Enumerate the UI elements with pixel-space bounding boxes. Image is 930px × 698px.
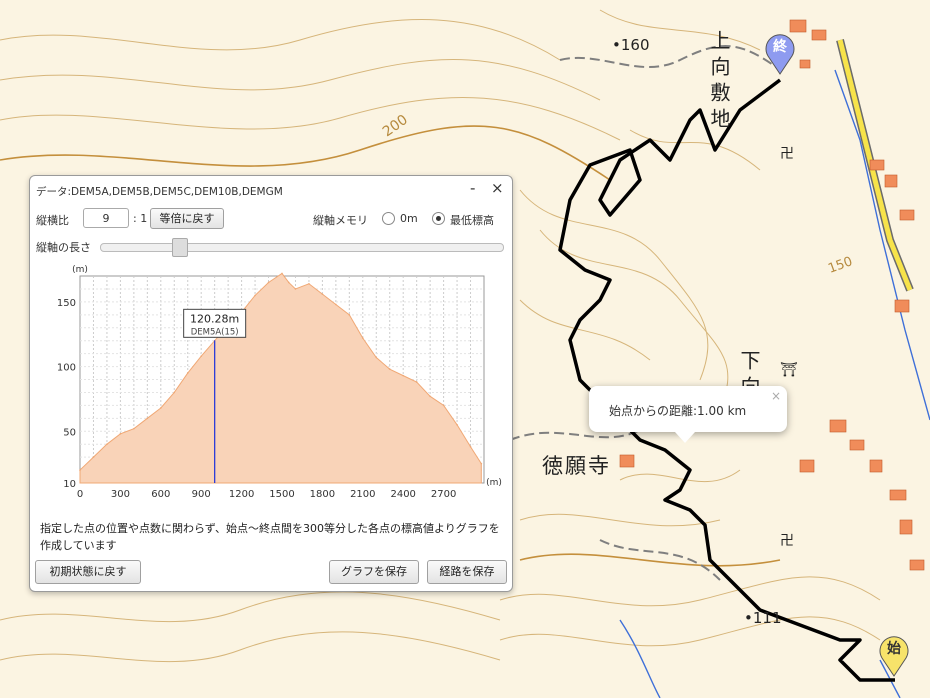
elevation-chart: 0 300 600 900 1200 1500 1800 2100 2400 2700 10 50 10… [57,265,502,500]
axis-length-slider[interactable] [100,243,504,252]
elevation-point [362,337,364,339]
temple-symbol: 卍 [780,533,794,549]
x-tick-label: 1800 [310,489,335,500]
x-tick-label: 900 [192,489,211,500]
elevation-point [442,404,445,407]
elevation-point [415,381,418,383]
radio-0m[interactable] [382,212,395,225]
radio-min-elevation[interactable] [432,212,445,225]
area-name-upper: 上向敷地 [707,30,731,134]
aspect-row: 縦横比 9 : 1 等倍に戻す 縦軸メモリ 0m 最低標高 [36,208,506,232]
vertical-axis-memory-label: 縦軸メモリ [313,214,368,227]
temple-symbol: 卍 [780,146,794,162]
elevation-point [186,372,189,374]
close-icon[interactable]: × [491,179,504,197]
shrine-symbol: ⛩ [780,362,798,378]
elevation-point [281,272,283,275]
distance-text: 始点からの距離:1.00 km [609,404,747,418]
minimize-button[interactable]: - [470,179,475,197]
axis-length-slider-thumb[interactable] [172,238,188,257]
elevation-point [119,433,122,435]
place-name-temple: 徳願寺 [542,454,611,478]
save-graph-button[interactable]: グラフを保存 [329,560,419,584]
elevation-point [335,303,337,306]
elevation-point [133,427,135,430]
elevation-label: 160 [620,36,650,54]
reset-button[interactable]: 初期状態に戻す [35,560,141,584]
x-tick-label: 2700 [431,489,456,500]
elevation-point [79,469,81,471]
elevation-point [456,423,458,426]
svg-text:始: 始 [887,640,901,657]
x-tick-label: 2400 [390,489,415,500]
elevation-point [287,281,290,284]
elevation-point-top: •160 [612,36,650,54]
elevation-point [200,355,202,358]
y-tick-label: 150 [57,298,76,309]
aspect-ratio-input[interactable]: 9 [83,208,129,228]
elevation-point [173,391,176,394]
elevation-point [294,288,297,290]
x-tick-label: 1500 [269,489,294,500]
aspect-suffix: : 1 [133,212,148,225]
x-tick-label: 1200 [229,489,254,500]
save-route-button[interactable]: 経路を保存 [427,560,507,584]
popup-close-icon[interactable]: × [771,389,781,403]
elevation-point [388,368,391,370]
elevation-point [348,314,351,316]
elevation-point [308,282,310,285]
elevation-point [469,445,472,448]
y-tick-label: 100 [57,363,76,374]
elevation-point [160,407,162,409]
elevation-point [106,443,108,445]
elevation-point [267,281,270,284]
elevation-point [429,395,431,398]
tooltip-source: DEM5A(15) [191,327,239,337]
y-axis-unit: (m) [72,265,88,275]
distance-popup: 始点からの距離:1.00 km × [589,386,787,443]
radio-0m-label: 0m [400,212,418,225]
x-tick-label: 0 [77,489,83,500]
elevation-profile-panel: データ:DEM5A,DEM5B,DEM5C,DEM10B,DEMGM - × 縦… [29,175,513,592]
y-tick-label: 50 [63,427,76,438]
elevation-point [254,294,256,297]
data-source-label: データ:DEM5A,DEM5B,DEM5C,DEM10B,DEMGM [36,186,283,198]
graph-note: 指定した点の位置や点数に関わらず、始点～終点間を300等分した各点の標高値よりグ… [40,522,500,552]
radio-min-label: 最低標高 [450,214,494,227]
axis-length-label: 縦軸の長さ [36,241,91,254]
elevation-point [375,356,378,359]
elevation-point-bottom: •111 [744,609,782,627]
reset-ratio-button[interactable]: 等倍に戻す [150,208,224,229]
y-tick-label: 10 [63,479,76,490]
elevation-point [480,462,483,465]
x-tick-label: 300 [111,489,130,500]
x-tick-label: 600 [151,489,170,500]
elevation-point [402,374,405,377]
elevation-point [92,456,95,458]
svg-text:終: 終 [773,38,788,55]
x-tick-label: 2100 [350,489,375,500]
tooltip-elevation: 120.28m [190,312,239,325]
elevation-label: 111 [752,609,782,627]
x-axis-unit: (m) [486,478,502,488]
aspect-label: 縦横比 [36,214,69,227]
elevation-point [321,293,324,295]
elevation-point [146,417,149,420]
